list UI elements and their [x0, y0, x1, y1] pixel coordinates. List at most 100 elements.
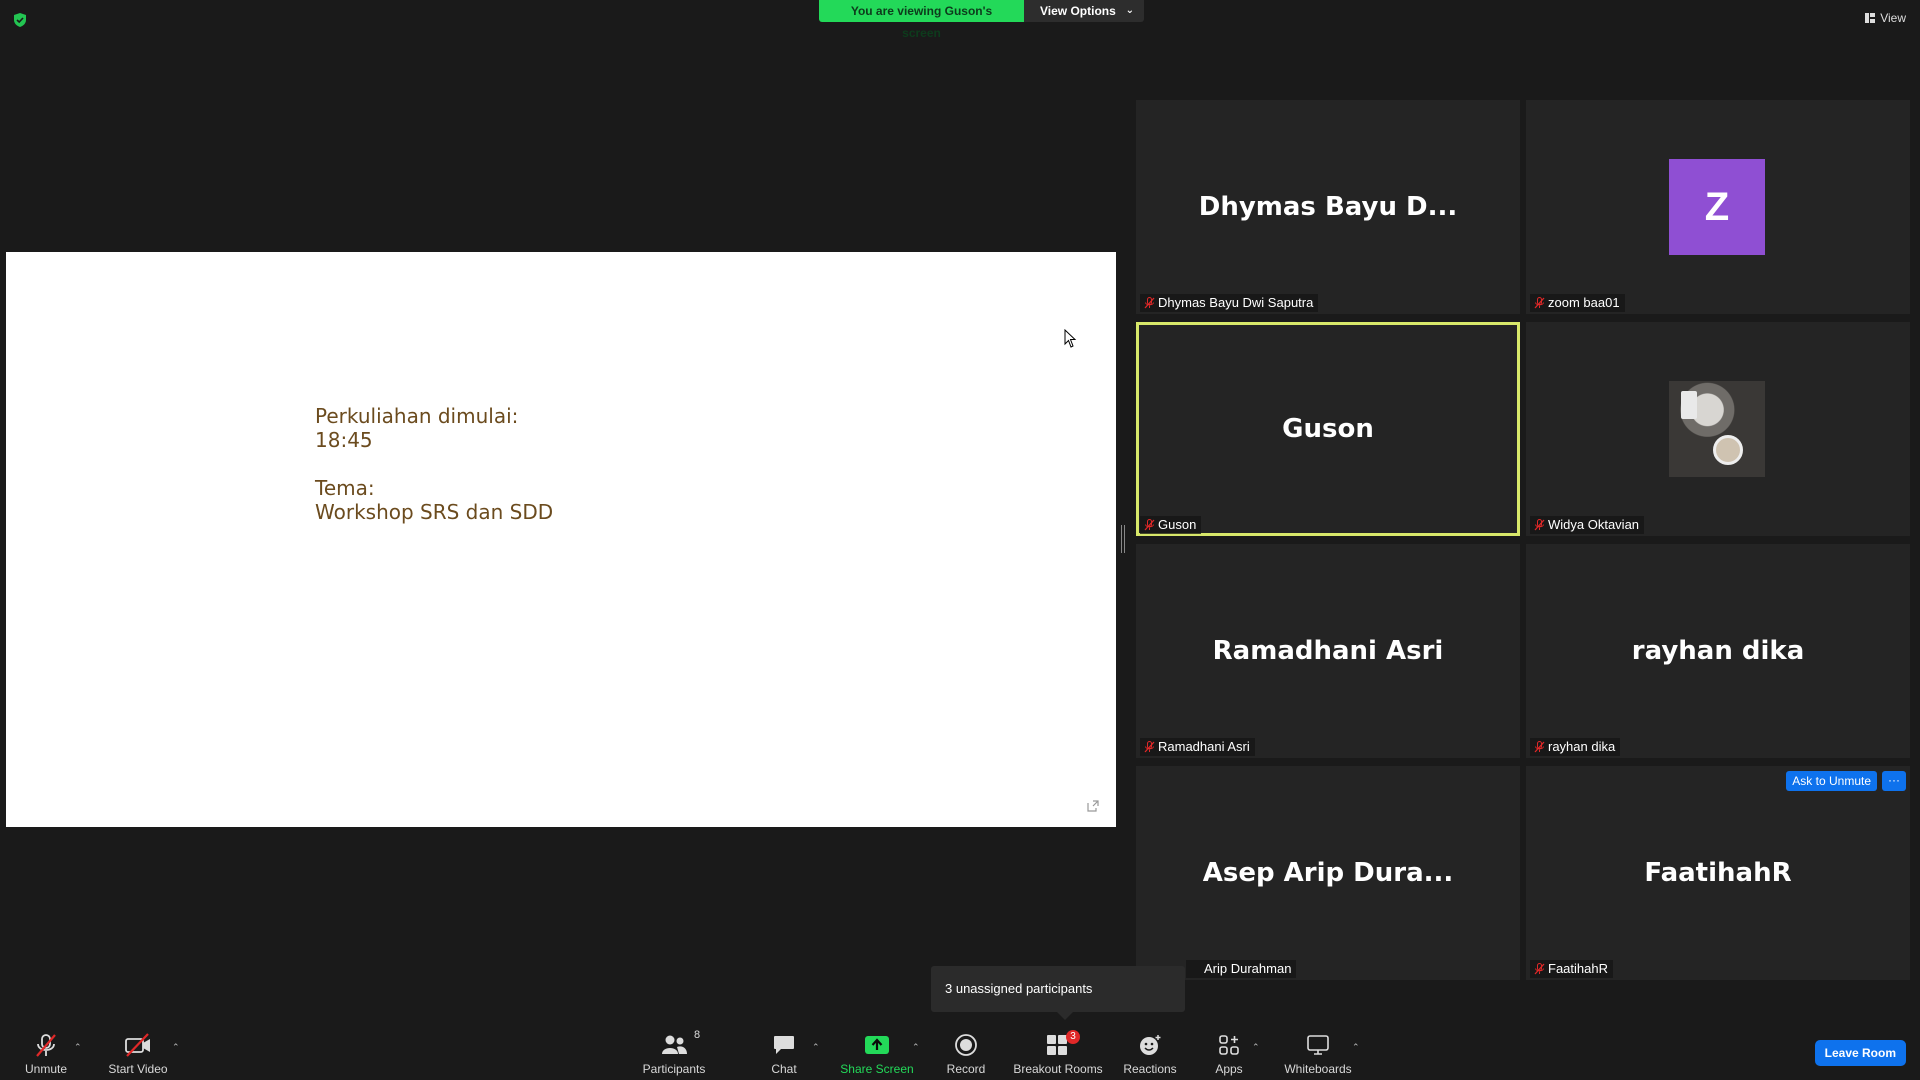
unassigned-participants-popup[interactable]: 3 unassigned participants [931, 966, 1185, 1020]
muted-mic-icon [1534, 297, 1545, 309]
participants-count: 8 [694, 1029, 701, 1041]
pop-out-icon[interactable] [1086, 799, 1100, 813]
viewing-screen-text: You are viewing Guson's screen [819, 0, 1024, 40]
active-speaker-tile[interactable]: Guson Guson [1136, 322, 1520, 536]
view-button[interactable]: View [1865, 11, 1906, 25]
participant-label-text: Ramadhani Asri [1158, 739, 1250, 754]
meeting-toolbar: Unmute ⌃ Start Video ⌃ 8 Participants Ch… [0, 1020, 1920, 1080]
chat-label: Chat [771, 1062, 797, 1076]
participant-tile[interactable]: Dhymas Bayu D... Dhymas Bayu Dwi Saputra [1136, 100, 1520, 314]
muted-mic-icon [1144, 519, 1155, 531]
view-options-label: View Options [1040, 4, 1116, 18]
participant-label-text: rayhan dika [1548, 739, 1616, 754]
whiteboards-button[interactable]: Whiteboards [1282, 1020, 1354, 1080]
breakout-rooms-badge: 3 [1066, 1030, 1080, 1044]
reactions-icon [1140, 1035, 1161, 1055]
participant-display-name: Asep Arip Dura... [1202, 858, 1454, 888]
muted-mic-icon [1144, 297, 1155, 309]
participant-name-label: Guson [1140, 516, 1202, 534]
participant-name-label: Arip Durahman [1186, 960, 1297, 978]
slide-line: 18:45 [315, 428, 373, 452]
participant-label-text: Arip Durahman [1204, 961, 1292, 976]
participant-name-label: Dhymas Bayu Dwi Saputra [1140, 294, 1319, 312]
video-options-caret-icon[interactable]: ⌃ [172, 1042, 180, 1053]
audio-options-caret-icon[interactable]: ⌃ [74, 1042, 82, 1053]
participant-label-text: Widya Oktavian [1548, 517, 1640, 532]
participant-tile[interactable]: FaatihahR Ask to Unmute ··· FaatihahR [1526, 766, 1910, 980]
muted-mic-icon [1144, 741, 1155, 753]
participant-tile[interactable]: Asep Arip Dura... Arip Durahman [1136, 766, 1520, 980]
screen-share-banner: You are viewing Guson's screen View Opti… [819, 0, 1144, 40]
participant-name-label: FaatihahR [1530, 960, 1613, 978]
share-options-caret-icon[interactable]: ⌃ [912, 1042, 920, 1053]
muted-mic-icon [1534, 519, 1545, 531]
apps-icon [1219, 1035, 1239, 1055]
participants-icon [662, 1035, 687, 1054]
split-view-handle[interactable] [1121, 525, 1125, 553]
record-label: Record [946, 1062, 986, 1076]
participant-label-text: Guson [1158, 517, 1197, 532]
participant-display-name: FaatihahR [1644, 858, 1792, 888]
participants-label: Participants [642, 1062, 706, 1076]
participant-display-name: rayhan dika [1631, 636, 1805, 666]
start-video-button[interactable]: Start Video [106, 1020, 170, 1080]
reactions-label: Reactions [1123, 1062, 1177, 1076]
chat-button[interactable]: Chat [764, 1020, 804, 1080]
slide-line: Tema: [315, 476, 375, 500]
muted-mic-icon [36, 1034, 56, 1057]
participant-label-text: zoom baa01 [1548, 295, 1620, 310]
record-icon [955, 1034, 977, 1056]
shield-icon[interactable] [12, 12, 28, 28]
participant-name-label: zoom baa01 [1530, 294, 1625, 312]
participant-name-label: Ramadhani Asri [1140, 738, 1255, 756]
zoom-meeting-window: You are viewing Guson's screen View Opti… [0, 0, 1920, 1080]
participant-display-name: Ramadhani Asri [1212, 636, 1444, 666]
participant-name-label: rayhan dika [1530, 738, 1621, 756]
grid-view-icon [1865, 13, 1876, 23]
chat-options-caret-icon[interactable]: ⌃ [812, 1042, 820, 1053]
leave-room-button[interactable]: Leave Room [1814, 1040, 1906, 1066]
more-options-button[interactable]: ··· [1882, 771, 1906, 791]
whiteboards-label: Whiteboards [1284, 1062, 1352, 1076]
unmute-button[interactable]: Unmute [18, 1020, 74, 1080]
participant-tile[interactable]: Widya Oktavian [1526, 322, 1910, 536]
breakout-rooms-label: Breakout Rooms [1013, 1062, 1103, 1076]
remote-cursor-icon [1064, 329, 1077, 348]
muted-mic-icon [1534, 741, 1545, 753]
slide-line: Workshop SRS dan SDD [315, 500, 554, 524]
participant-tile[interactable]: rayhan dika rayhan dika [1526, 544, 1910, 758]
slide-line: Perkuliahan dimulai: [315, 404, 519, 428]
unmute-label: Unmute [24, 1062, 68, 1076]
whiteboard-icon [1307, 1035, 1329, 1055]
chevron-down-icon: ⌄ [1125, 5, 1134, 16]
view-button-label: View [1880, 11, 1906, 25]
avatar: Z [1669, 159, 1765, 255]
record-button[interactable]: Record [942, 1020, 990, 1080]
participant-label-text: FaatihahR [1548, 961, 1608, 976]
apps-button[interactable]: Apps [1214, 1020, 1244, 1080]
share-screen-label: Share Screen [840, 1062, 914, 1076]
participant-tile[interactable]: Ramadhani Asri Ramadhani Asri [1136, 544, 1520, 758]
view-options-button[interactable]: View Options ⌄ [1024, 0, 1144, 22]
slide-content: Perkuliahan dimulai: 18:45 Tema: Worksho… [315, 404, 553, 524]
apps-options-caret-icon[interactable]: ⌃ [1252, 1042, 1260, 1053]
participant-tile[interactable]: Z zoom baa01 [1526, 100, 1910, 314]
ask-to-unmute-button[interactable]: Ask to Unmute [1786, 771, 1877, 791]
chat-icon [774, 1036, 794, 1054]
shared-screen[interactable]: Perkuliahan dimulai: 18:45 Tema: Worksho… [6, 252, 1116, 827]
participant-display-name: Dhymas Bayu D... [1198, 192, 1458, 222]
apps-label: Apps [1215, 1062, 1243, 1076]
participant-display-name: Guson [1282, 414, 1374, 444]
participant-label-text: Dhymas Bayu Dwi Saputra [1158, 295, 1314, 310]
video-off-icon [125, 1033, 150, 1057]
participant-name-label: Widya Oktavian [1530, 516, 1645, 534]
share-screen-icon [865, 1036, 889, 1054]
participants-button[interactable]: 8 Participants [640, 1020, 708, 1080]
muted-mic-icon [1534, 963, 1545, 975]
reactions-button[interactable]: Reactions [1122, 1020, 1178, 1080]
share-screen-button[interactable]: Share Screen [840, 1020, 914, 1080]
breakout-rooms-button[interactable]: 3 Breakout Rooms [1013, 1020, 1103, 1080]
whiteboards-options-caret-icon[interactable]: ⌃ [1352, 1042, 1360, 1053]
profile-photo [1669, 381, 1765, 477]
start-video-label: Start Video [108, 1062, 168, 1076]
